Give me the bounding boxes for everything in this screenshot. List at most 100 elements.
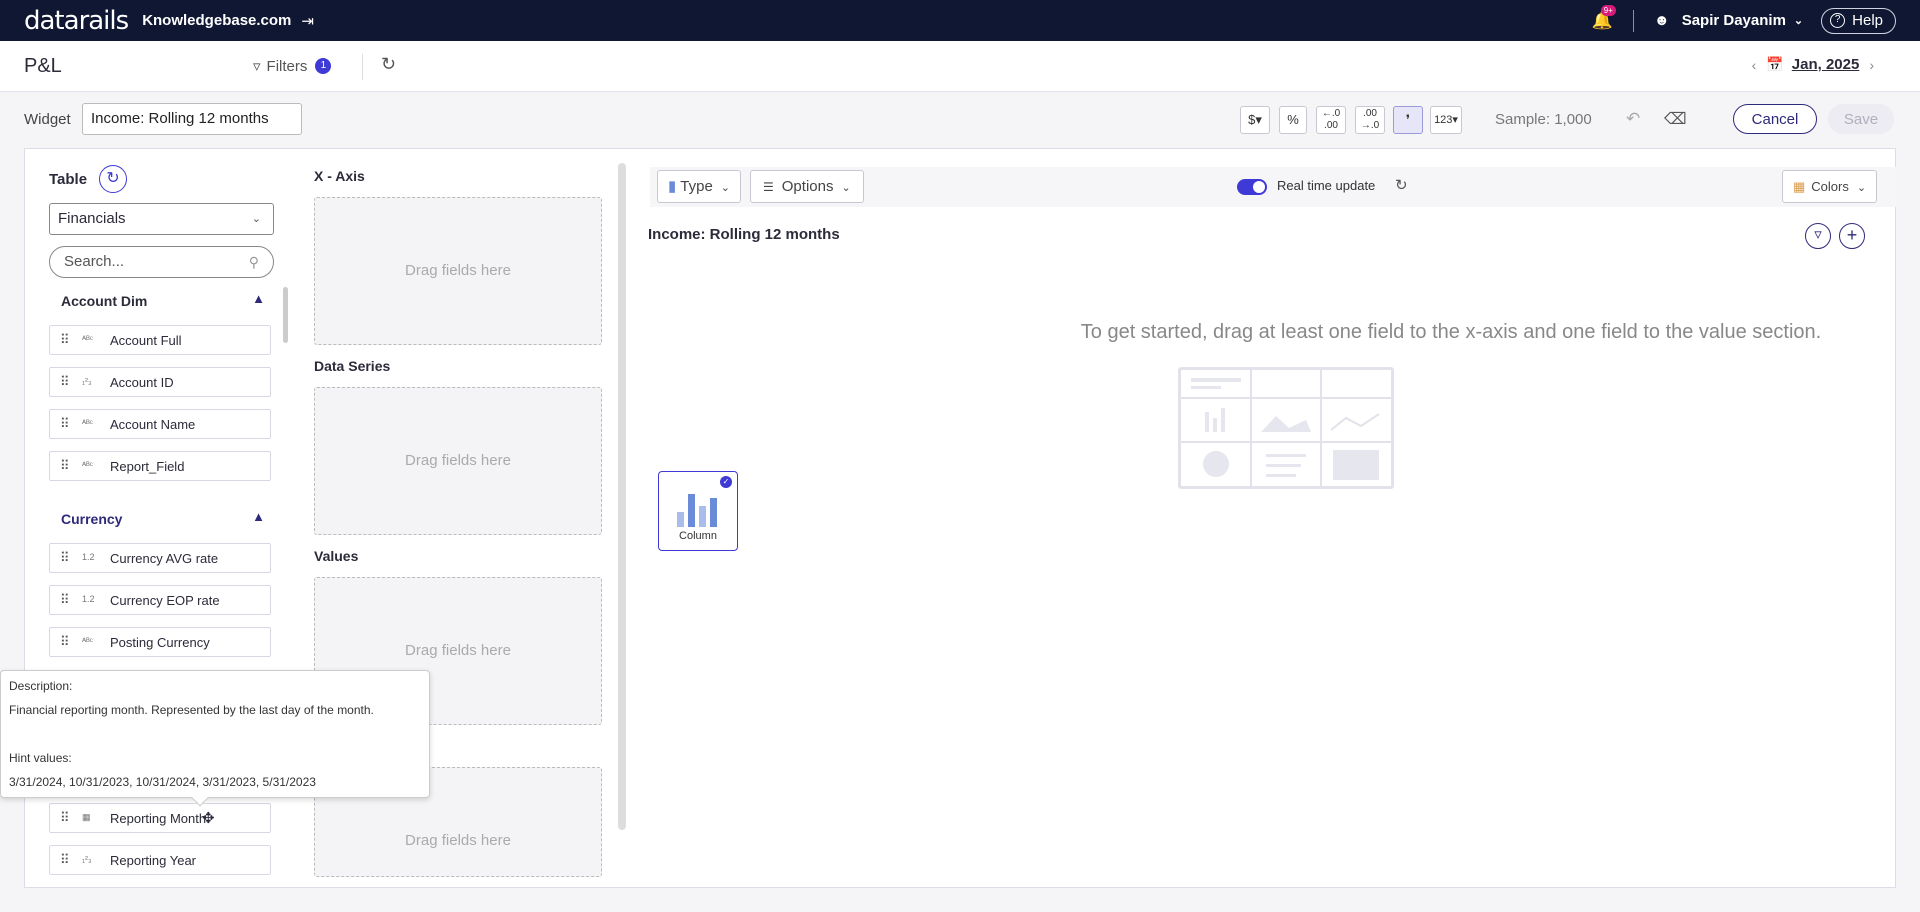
chevron-up-icon[interactable]: ▲: [252, 291, 265, 306]
tooltip-hint-text: 3/31/2024, 10/31/2023, 10/31/2024, 3/31/…: [9, 775, 316, 789]
period-date[interactable]: Jan, 2025: [1792, 56, 1860, 73]
fields-scrollbar[interactable]: [283, 287, 288, 343]
undo-icon[interactable]: ↶: [1626, 109, 1640, 129]
thousands-separator-button[interactable]: ❜: [1393, 106, 1423, 134]
field-item-reporting-month[interactable]: ⠿ ▦ Reporting Month ✥: [49, 803, 271, 833]
text-type-icon: ᴬᴮᶜ: [82, 636, 93, 646]
number-scale-button[interactable]: 123▾: [1430, 106, 1462, 134]
field-label: Account Full: [110, 333, 182, 348]
drag-handle-icon[interactable]: ⠿: [60, 634, 69, 650]
refresh-icon[interactable]: ↻: [381, 54, 396, 75]
search-placeholder: Search...: [64, 253, 125, 270]
dropzone-hint: Drag fields here: [405, 262, 511, 279]
colors-label: Colors: [1811, 179, 1849, 194]
user-name: Sapir Dayanim: [1681, 12, 1786, 29]
date-navigator: ‹ 📅 Jan, 2025 ›: [1742, 56, 1884, 73]
field-item[interactable]: ⠿ ᴬᴮᶜ Report_Field: [49, 451, 271, 481]
chevron-up-icon[interactable]: ▲: [252, 509, 265, 524]
sample-size: Sample: 1,000: [1495, 111, 1592, 128]
field-item[interactable]: ⠿ ₁²₃ Account ID: [49, 367, 271, 397]
field-item[interactable]: ⠿ ᴬᴮᶜ Account Name: [49, 409, 271, 439]
switch-site-icon[interactable]: ⇥: [301, 12, 314, 30]
datarails-logo[interactable]: datarails: [24, 6, 129, 36]
xaxis-dropzone[interactable]: Drag fields here: [314, 197, 602, 345]
user-menu[interactable]: ☻ Sapir Dayanim ⌄: [1654, 12, 1803, 29]
xaxis-label: X - Axis: [314, 168, 365, 184]
colors-button[interactable]: ▦ Colors ⌄: [1782, 170, 1878, 203]
user-icon: ☻: [1653, 12, 1670, 29]
chart-title: Income: Rolling 12 months: [648, 226, 840, 243]
table-refresh-icon[interactable]: ↻: [99, 165, 127, 193]
widget-label: Widget: [24, 111, 71, 128]
data-series-dropzone[interactable]: Drag fields here: [314, 387, 602, 535]
realtime-label: Real time update: [1277, 178, 1376, 193]
drag-handle-icon[interactable]: ⠿: [60, 550, 69, 566]
type-button[interactable]: ▮ Type ⌄: [657, 170, 742, 203]
field-item[interactable]: ⠿ ᴬᴮᶜ Account Full: [49, 325, 271, 355]
divider: [362, 54, 363, 80]
drag-handle-icon[interactable]: ⠿: [60, 332, 69, 348]
decimal-type-icon: 1.2: [82, 594, 95, 604]
widget-name-input[interactable]: Income: Rolling 12 months: [82, 103, 302, 135]
field-item[interactable]: ⠿ ₁²₃ Reporting Year: [49, 845, 271, 875]
column-chart-icon: [677, 494, 717, 527]
field-item[interactable]: ⠿ 1.2 Currency AVG rate: [49, 543, 271, 573]
field-item[interactable]: ⠿ 1.2 Currency EOP rate: [49, 585, 271, 615]
section-title: Currency: [61, 511, 123, 527]
table-select[interactable]: Financials ⌄: [49, 203, 274, 235]
chevron-down-icon: ⌄: [841, 182, 851, 194]
increase-decimals-button[interactable]: .00 →.0: [1355, 106, 1385, 134]
drag-handle-icon[interactable]: ⠿: [60, 416, 69, 432]
filters-button[interactable]: ▿ Filters 1: [253, 57, 332, 75]
drag-handle-icon[interactable]: ⠿: [60, 852, 69, 868]
drag-handle-icon[interactable]: ⠿: [60, 458, 69, 474]
filter-icon: ▿: [253, 58, 261, 75]
field-item[interactable]: ⠿ ᴬᴮᶜ Posting Currency: [49, 627, 271, 657]
chart-toolbar: ▮ Type ⌄ ☰ Options ⌄ Real time update ↻ ▦ Col…: [650, 167, 1897, 207]
eraser-icon[interactable]: ⌫: [1664, 109, 1687, 129]
panel-scrollbar[interactable]: [618, 163, 626, 830]
drag-handle-icon[interactable]: ⠿: [60, 374, 69, 390]
number-type-icon: ₁²₃: [82, 376, 92, 386]
dropzone-hint: Drag fields here: [405, 642, 511, 659]
top-bar: datarails Knowledgebase.com ⇥ 🔔 9+ ☻ Sapi…: [0, 0, 1920, 41]
sliders-icon: ☰: [763, 180, 774, 194]
chevron-down-icon: ⌄: [1856, 182, 1867, 194]
prev-period-icon[interactable]: ‹: [1752, 57, 1757, 73]
dropzone-hint: Drag fields here: [405, 832, 511, 849]
section-header-currency[interactable]: Currency ▲: [49, 503, 279, 535]
field-search-input[interactable]: Search... ⚲: [49, 246, 274, 278]
site-name: Knowledgebase.com: [142, 12, 292, 29]
section-header-account-dim[interactable]: Account Dim ▲: [49, 285, 279, 317]
field-label: Currency EOP rate: [110, 593, 220, 608]
percent-format-button[interactable]: %: [1279, 106, 1307, 134]
bar-chart-icon: ▮: [668, 178, 677, 195]
table-label: Table: [49, 171, 88, 188]
refresh-icon[interactable]: ↻: [1395, 176, 1408, 194]
drag-handle-icon[interactable]: ⠿: [60, 810, 69, 826]
save-button[interactable]: Save: [1828, 104, 1894, 134]
field-label: Account Name: [110, 417, 196, 432]
calendar-icon[interactable]: 📅: [1766, 56, 1783, 73]
cancel-button[interactable]: Cancel: [1733, 104, 1817, 134]
add-icon[interactable]: +: [1839, 223, 1865, 249]
filters-label: Filters: [266, 57, 308, 75]
notifications-bell-icon[interactable]: 🔔 9+: [1592, 4, 1616, 31]
tooltip-desc-text: Financial reporting month. Represented b…: [9, 703, 374, 717]
options-button[interactable]: ☰ Options ⌄: [750, 170, 864, 203]
help-button[interactable]: ? Help: [1821, 7, 1896, 34]
drag-handle-icon[interactable]: ⠿: [60, 592, 69, 608]
next-period-icon[interactable]: ›: [1869, 57, 1874, 73]
page-title: P&L: [24, 55, 62, 77]
chart-illustration: [1178, 367, 1394, 489]
realtime-toggle[interactable]: [1237, 179, 1267, 195]
field-label: Reporting Year: [110, 853, 197, 868]
tooltip-desc-title: Description:: [9, 679, 73, 693]
chevron-down-icon: ⌄: [720, 182, 731, 194]
currency-format-button[interactable]: $▾: [1240, 106, 1270, 134]
decrease-decimals-button[interactable]: ←.0 .00: [1316, 106, 1346, 134]
chart-type-column-card[interactable]: ✓ Column: [658, 471, 738, 551]
section-title: Account Dim: [61, 293, 148, 309]
question-icon: ?: [1830, 13, 1846, 28]
chart-filter-icon[interactable]: ▿: [1805, 223, 1831, 249]
